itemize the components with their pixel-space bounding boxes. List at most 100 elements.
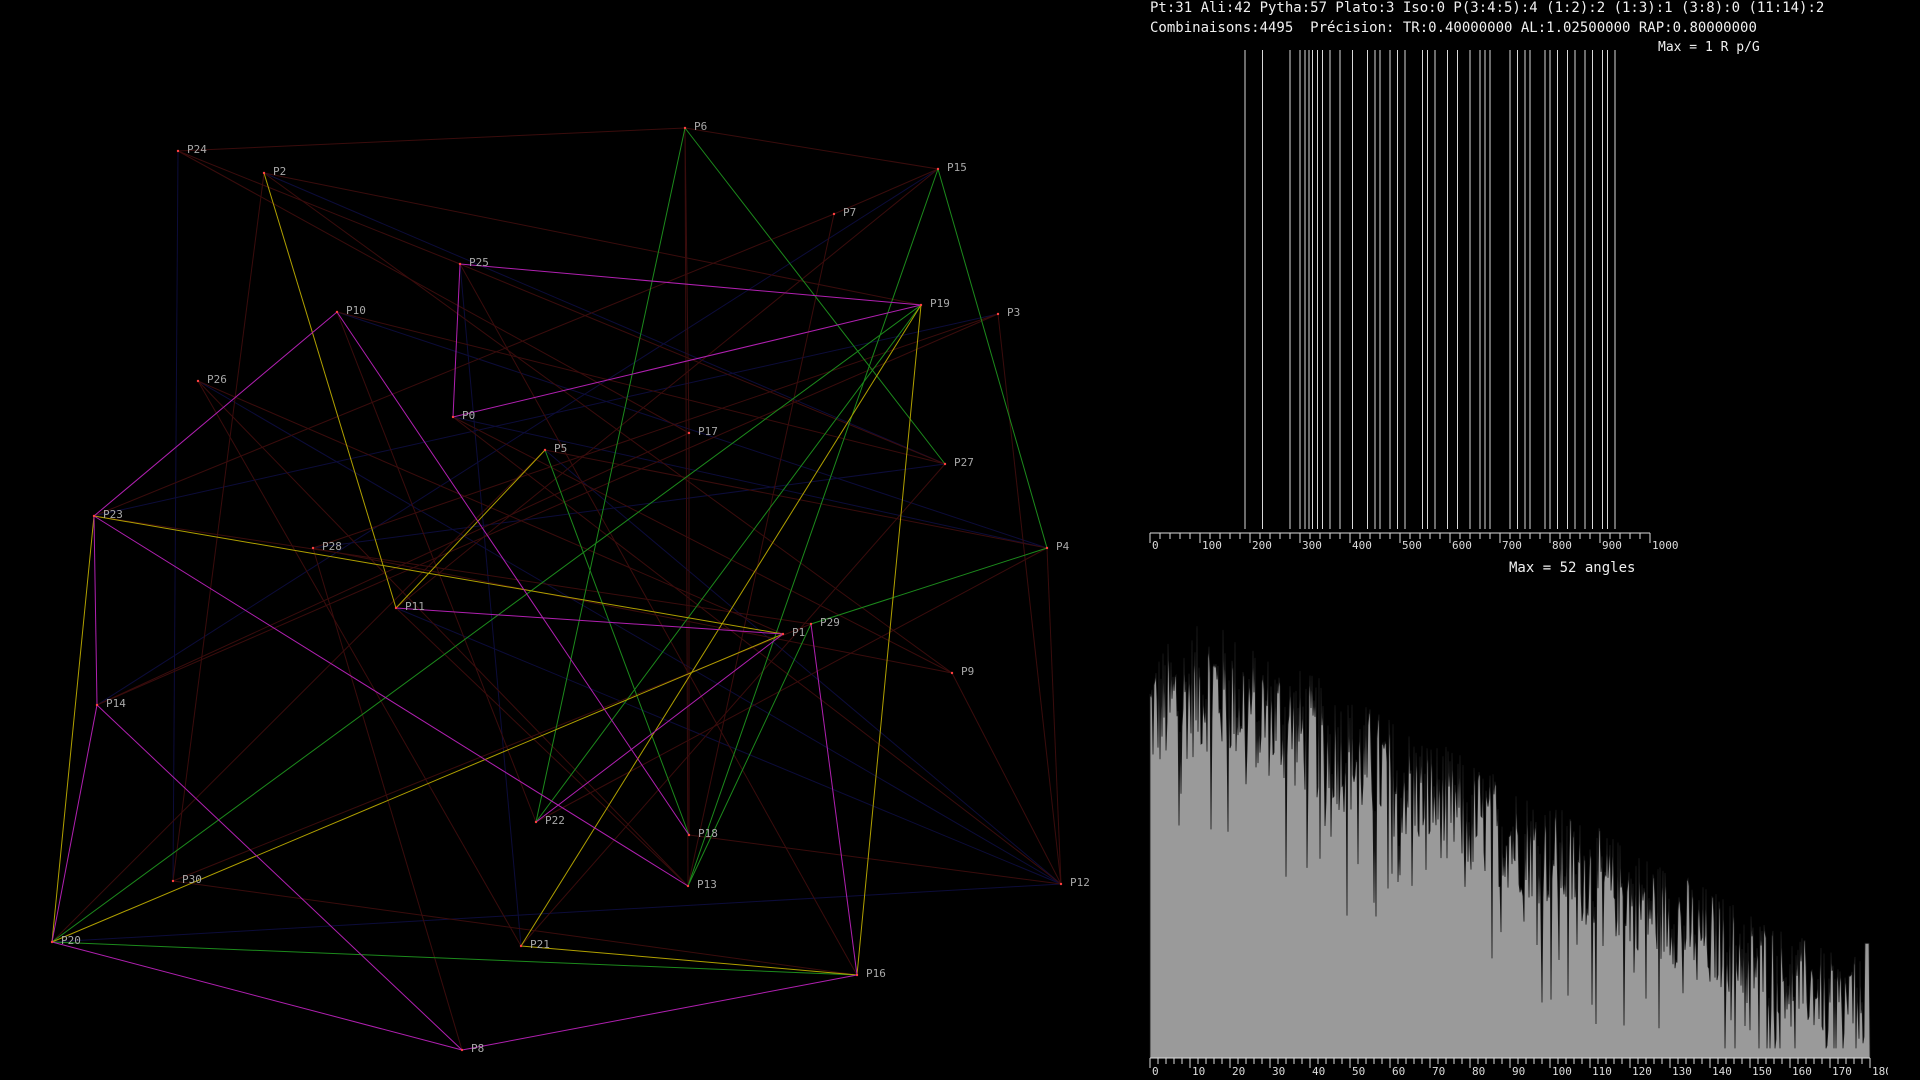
point-marker-p23[interactable] <box>92 514 96 518</box>
point-marker-p24[interactable] <box>176 149 180 153</box>
point-marker-p13[interactable] <box>686 884 690 888</box>
angle-tick-label: 110 <box>1592 1065 1612 1078</box>
segment-P11-P13 <box>395 607 689 887</box>
point-label-p15: P15 <box>947 161 967 174</box>
angle-tick-label: 0 <box>1152 1065 1159 1078</box>
segment-P24-P6 <box>177 127 686 152</box>
point-label-p28: P28 <box>322 540 342 553</box>
point-label-p17: P17 <box>698 425 718 438</box>
segment-P23-P3 <box>93 313 999 517</box>
segment-P14-P8 <box>96 704 463 1051</box>
point-marker-p11[interactable] <box>394 606 398 610</box>
point-marker-p26[interactable] <box>196 379 200 383</box>
point-marker-p14[interactable] <box>95 703 99 707</box>
point-marker-p19[interactable] <box>919 303 923 307</box>
point-label-p2: P2 <box>273 165 286 178</box>
point-label-p9: P9 <box>961 665 974 678</box>
point-marker-p10[interactable] <box>335 310 339 314</box>
point-marker-p27[interactable] <box>943 462 947 466</box>
ratio-tick-label: 200 <box>1252 539 1272 552</box>
point-marker-p8[interactable] <box>460 1048 464 1052</box>
point-label-p3: P3 <box>1007 306 1020 319</box>
point-marker-p20[interactable] <box>50 940 54 944</box>
point-label-p23: P23 <box>103 508 123 521</box>
ratio-tick-label: 700 <box>1502 539 1522 552</box>
angle-tick-label: 180 <box>1872 1065 1888 1078</box>
segment-P20-P19 <box>51 304 922 943</box>
point-marker-p7[interactable] <box>832 212 836 216</box>
point-label-p7: P7 <box>843 206 856 219</box>
segment-P10-P18 <box>336 311 690 836</box>
segment-P8-P16 <box>461 974 858 1051</box>
segment-P11-P12 <box>395 607 1062 885</box>
angle-tick-label: 130 <box>1672 1065 1692 1078</box>
point-marker-p3[interactable] <box>996 312 1000 316</box>
point-marker-p12[interactable] <box>1059 882 1063 886</box>
point-marker-p1[interactable] <box>781 632 785 636</box>
segment-P2-P30 <box>172 172 265 882</box>
segment-P13-P29 <box>687 623 812 887</box>
point-label-p22: P22 <box>545 814 565 827</box>
angle-tick-label: 140 <box>1712 1065 1732 1078</box>
ratio-tick-label: 0 <box>1152 539 1159 552</box>
angle-tick-label: 40 <box>1312 1065 1325 1078</box>
segment-P5-P20 <box>51 449 546 943</box>
segment-P3-P12 <box>997 313 1062 885</box>
point-label-p5: P5 <box>554 442 567 455</box>
segment-P21-P27 <box>520 463 946 947</box>
angle-tick-label: 90 <box>1512 1065 1525 1078</box>
point-label-p12: P12 <box>1070 876 1090 889</box>
point-marker-p4[interactable] <box>1045 546 1049 550</box>
point-label-p24: P24 <box>187 143 207 156</box>
point-marker-p21[interactable] <box>519 944 523 948</box>
point-marker-p15[interactable] <box>936 167 940 171</box>
segment-P26-P12 <box>197 380 1062 885</box>
point-label-p4: P4 <box>1056 540 1070 553</box>
ratio-tick-label: 100 <box>1202 539 1222 552</box>
point-marker-p18[interactable] <box>687 833 691 837</box>
point-marker-p28[interactable] <box>311 546 315 550</box>
angle-histogram-max-label: Max = 52 angles <box>1509 560 1636 576</box>
segment-P18-P12 <box>688 834 1062 885</box>
ratio-tick-label: 600 <box>1452 539 1472 552</box>
ratio-tick-label: 900 <box>1602 539 1622 552</box>
point-label-p11: P11 <box>405 600 425 613</box>
point-graph-canvas[interactable]: P0 P1 P2 P3 P4 P5 P6 P7 P8 P9 P10 P11 P12 P13 P14 P15 P1… <box>0 0 1150 1080</box>
point-marker-p16[interactable] <box>855 973 859 977</box>
angle-tick-label: 10 <box>1192 1065 1205 1078</box>
point-label-p21: P21 <box>530 938 550 951</box>
segment-P20-P8 <box>51 941 463 1051</box>
ratio-histogram: 0 100 200 300 400 500 600 700 800 900 1000 <box>1149 50 1679 552</box>
segment-P25-P16 <box>459 263 858 976</box>
point-label-p1: P1 <box>792 626 805 639</box>
point-marker-p6[interactable] <box>683 126 687 130</box>
point-marker-p5[interactable] <box>543 448 547 452</box>
point-marker-p30[interactable] <box>171 879 175 883</box>
segment-P11-P5 <box>395 449 546 609</box>
segment-P15-P4 <box>937 168 1048 549</box>
segment-P0-P9 <box>452 416 953 674</box>
point-marker-p9[interactable] <box>950 671 954 675</box>
ratio-tick-label: 400 <box>1352 539 1372 552</box>
segment-P11-P15 <box>395 168 939 609</box>
point-label-p6: P6 <box>694 120 707 133</box>
point-marker-p29[interactable] <box>809 622 813 626</box>
segment-P14-P17 <box>96 432 690 706</box>
segment-P23-P14 <box>93 515 98 706</box>
segment-P6-P15 <box>684 127 939 170</box>
ratio-tick-label: 500 <box>1402 539 1422 552</box>
point-label-p8: P8 <box>471 1042 484 1055</box>
point-label-p26: P26 <box>207 373 227 386</box>
segment-P21-P16 <box>520 945 858 976</box>
ratio-tick-label: 300 <box>1302 539 1322 552</box>
segment-P10-P22 <box>336 311 537 823</box>
point-marker-p25[interactable] <box>458 262 462 266</box>
point-marker-p0[interactable] <box>451 415 455 419</box>
angle-tick-label: 30 <box>1272 1065 1285 1078</box>
segment-P25-P19 <box>459 263 922 306</box>
angle-histogram: 0 10 20 30 40 50 60 70 80 90 100 110 120 130 140 150 160… <box>1149 626 1888 1078</box>
point-label-p18: P18 <box>698 827 718 840</box>
point-marker-p17[interactable] <box>687 431 691 435</box>
point-marker-p2[interactable] <box>262 171 266 175</box>
point-marker-p22[interactable] <box>534 820 538 824</box>
